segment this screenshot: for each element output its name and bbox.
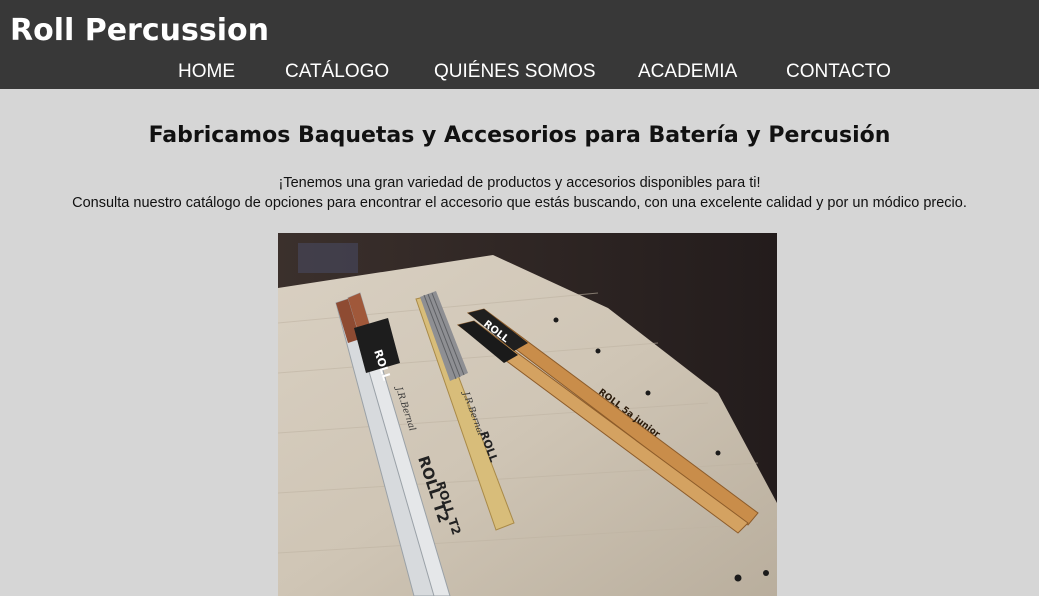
main-content: Fabricamos Baquetas y Accesorios para Ba… [0, 89, 1039, 596]
nav-catalogo[interactable]: CATÁLOGO [285, 61, 389, 83]
nav-quienes-somos[interactable]: QUIÉNES SOMOS [434, 61, 596, 83]
hero-image: ROLL J.R.Bernal ROLL T2 ROLL T2 J.R.Bern… [278, 233, 777, 596]
page-title: Fabricamos Baquetas y Accesorios para Ba… [148, 123, 891, 148]
main-nav: HOME CATÁLOGO QUIÉNES SOMOS ACADEMIA CON… [0, 61, 1039, 85]
site-header: Roll Percussion HOME CATÁLOGO QUIÉNES SO… [0, 0, 1039, 89]
drumsticks-photo: ROLL J.R.Bernal ROLL T2 ROLL T2 J.R.Bern… [278, 233, 777, 596]
nav-home[interactable]: HOME [178, 61, 235, 83]
intro-line-1: ¡Tenemos una gran variedad de productos … [278, 175, 761, 191]
nav-academia[interactable]: ACADEMIA [638, 61, 737, 83]
intro-line-2: Consulta nuestro catálogo de opciones pa… [72, 195, 967, 211]
nav-contacto[interactable]: CONTACTO [786, 61, 891, 83]
site-brand[interactable]: Roll Percussion [10, 13, 269, 48]
intro-text: ¡Tenemos una gran variedad de productos … [0, 173, 1039, 213]
